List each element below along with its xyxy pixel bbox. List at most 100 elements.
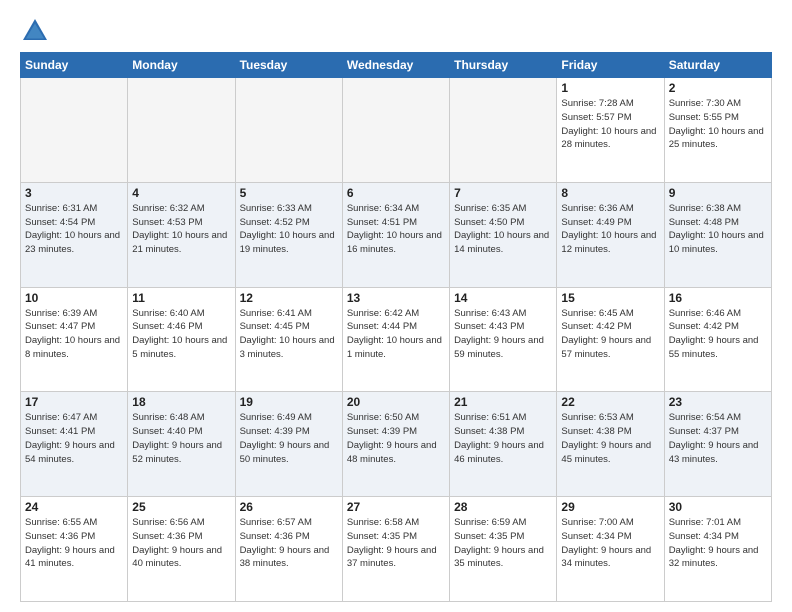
day-info: Sunrise: 7:01 AM Sunset: 4:34 PM Dayligh… bbox=[669, 516, 767, 571]
day-info: Sunrise: 6:45 AM Sunset: 4:42 PM Dayligh… bbox=[561, 307, 659, 362]
week-row-2: 10Sunrise: 6:39 AM Sunset: 4:47 PM Dayli… bbox=[21, 287, 772, 392]
day-number: 11 bbox=[132, 291, 230, 305]
day-info: Sunrise: 6:47 AM Sunset: 4:41 PM Dayligh… bbox=[25, 411, 123, 466]
day-number: 15 bbox=[561, 291, 659, 305]
day-info: Sunrise: 6:33 AM Sunset: 4:52 PM Dayligh… bbox=[240, 202, 338, 257]
day-number: 29 bbox=[561, 500, 659, 514]
calendar-cell: 7 Sunrise: 6:35 AM Sunset: 4:50 PM Daylig… bbox=[450, 182, 557, 287]
logo bbox=[20, 16, 54, 46]
calendar-cell: 14Sunrise: 6:43 AM Sunset: 4:43 PM Dayli… bbox=[450, 287, 557, 392]
calendar-cell: 3 Sunrise: 6:31 AM Sunset: 4:54 PM Daylig… bbox=[21, 182, 128, 287]
week-row-1: 3 Sunrise: 6:31 AM Sunset: 4:54 PM Daylig… bbox=[21, 182, 772, 287]
calendar-cell: 4 Sunrise: 6:32 AM Sunset: 4:53 PM Daylig… bbox=[128, 182, 235, 287]
calendar-cell bbox=[450, 78, 557, 183]
calendar-cell: 10Sunrise: 6:39 AM Sunset: 4:47 PM Dayli… bbox=[21, 287, 128, 392]
calendar-cell: 20Sunrise: 6:50 AM Sunset: 4:39 PM Dayli… bbox=[342, 392, 449, 497]
calendar-cell bbox=[128, 78, 235, 183]
day-number: 4 bbox=[132, 186, 230, 200]
day-number: 14 bbox=[454, 291, 552, 305]
day-number: 30 bbox=[669, 500, 767, 514]
day-info: Sunrise: 6:54 AM Sunset: 4:37 PM Dayligh… bbox=[669, 411, 767, 466]
day-info: Sunrise: 6:42 AM Sunset: 4:44 PM Dayligh… bbox=[347, 307, 445, 362]
calendar-cell: 24 Sunrise: 6:55 AM Sunset: 4:36 PM Dayli… bbox=[21, 497, 128, 602]
calendar-cell bbox=[235, 78, 342, 183]
day-info: Sunrise: 6:49 AM Sunset: 4:39 PM Dayligh… bbox=[240, 411, 338, 466]
day-number: 12 bbox=[240, 291, 338, 305]
week-row-4: 24 Sunrise: 6:55 AM Sunset: 4:36 PM Dayli… bbox=[21, 497, 772, 602]
day-info: Sunrise: 6:57 AM Sunset: 4:36 PM Dayligh… bbox=[240, 516, 338, 571]
day-info: Sunrise: 6:40 AM Sunset: 4:46 PM Dayligh… bbox=[132, 307, 230, 362]
day-number: 5 bbox=[240, 186, 338, 200]
calendar-cell: 23 Sunrise: 6:54 AM Sunset: 4:37 PM Dayli… bbox=[664, 392, 771, 497]
calendar-cell: 8Sunrise: 6:36 AM Sunset: 4:49 PM Daylig… bbox=[557, 182, 664, 287]
calendar-cell: 21 Sunrise: 6:51 AM Sunset: 4:38 PM Dayli… bbox=[450, 392, 557, 497]
day-number: 27 bbox=[347, 500, 445, 514]
day-info: Sunrise: 6:31 AM Sunset: 4:54 PM Dayligh… bbox=[25, 202, 123, 257]
day-info: Sunrise: 6:56 AM Sunset: 4:36 PM Dayligh… bbox=[132, 516, 230, 571]
day-number: 10 bbox=[25, 291, 123, 305]
calendar-cell: 1Sunrise: 7:28 AM Sunset: 5:57 PM Daylig… bbox=[557, 78, 664, 183]
day-info: Sunrise: 6:55 AM Sunset: 4:36 PM Dayligh… bbox=[25, 516, 123, 571]
calendar-table: SundayMondayTuesdayWednesdayThursdayFrid… bbox=[20, 52, 772, 602]
day-number: 25 bbox=[132, 500, 230, 514]
day-number: 2 bbox=[669, 81, 767, 95]
day-number: 28 bbox=[454, 500, 552, 514]
day-number: 13 bbox=[347, 291, 445, 305]
day-info: Sunrise: 7:28 AM Sunset: 5:57 PM Dayligh… bbox=[561, 97, 659, 152]
day-number: 9 bbox=[669, 186, 767, 200]
day-number: 22 bbox=[561, 395, 659, 409]
day-number: 26 bbox=[240, 500, 338, 514]
page: SundayMondayTuesdayWednesdayThursdayFrid… bbox=[0, 0, 792, 612]
day-info: Sunrise: 7:30 AM Sunset: 5:55 PM Dayligh… bbox=[669, 97, 767, 152]
week-row-3: 17 Sunrise: 6:47 AM Sunset: 4:41 PM Dayli… bbox=[21, 392, 772, 497]
header bbox=[20, 16, 772, 46]
calendar-cell bbox=[21, 78, 128, 183]
day-number: 23 bbox=[669, 395, 767, 409]
calendar-cell: 30 Sunrise: 7:01 AM Sunset: 4:34 PM Dayli… bbox=[664, 497, 771, 602]
day-info: Sunrise: 6:34 AM Sunset: 4:51 PM Dayligh… bbox=[347, 202, 445, 257]
day-info: Sunrise: 6:51 AM Sunset: 4:38 PM Dayligh… bbox=[454, 411, 552, 466]
calendar-cell: 25 Sunrise: 6:56 AM Sunset: 4:36 PM Dayli… bbox=[128, 497, 235, 602]
calendar-cell: 27 Sunrise: 6:58 AM Sunset: 4:35 PM Dayli… bbox=[342, 497, 449, 602]
logo-icon bbox=[20, 16, 50, 46]
day-info: Sunrise: 6:53 AM Sunset: 4:38 PM Dayligh… bbox=[561, 411, 659, 466]
day-number: 3 bbox=[25, 186, 123, 200]
week-row-0: 1Sunrise: 7:28 AM Sunset: 5:57 PM Daylig… bbox=[21, 78, 772, 183]
calendar-cell: 13 Sunrise: 6:42 AM Sunset: 4:44 PM Dayli… bbox=[342, 287, 449, 392]
calendar-cell: 6Sunrise: 6:34 AM Sunset: 4:51 PM Daylig… bbox=[342, 182, 449, 287]
day-info: Sunrise: 6:46 AM Sunset: 4:42 PM Dayligh… bbox=[669, 307, 767, 362]
calendar-cell: 28Sunrise: 6:59 AM Sunset: 4:35 PM Dayli… bbox=[450, 497, 557, 602]
calendar-cell: 22 Sunrise: 6:53 AM Sunset: 4:38 PM Dayli… bbox=[557, 392, 664, 497]
weekday-header-saturday: Saturday bbox=[664, 53, 771, 78]
day-info: Sunrise: 6:58 AM Sunset: 4:35 PM Dayligh… bbox=[347, 516, 445, 571]
day-number: 24 bbox=[25, 500, 123, 514]
calendar-cell: 12 Sunrise: 6:41 AM Sunset: 4:45 PM Dayli… bbox=[235, 287, 342, 392]
calendar-cell: 17 Sunrise: 6:47 AM Sunset: 4:41 PM Dayli… bbox=[21, 392, 128, 497]
day-info: Sunrise: 6:38 AM Sunset: 4:48 PM Dayligh… bbox=[669, 202, 767, 257]
day-number: 7 bbox=[454, 186, 552, 200]
calendar-cell: 26 Sunrise: 6:57 AM Sunset: 4:36 PM Dayli… bbox=[235, 497, 342, 602]
weekday-header-row: SundayMondayTuesdayWednesdayThursdayFrid… bbox=[21, 53, 772, 78]
day-info: Sunrise: 6:41 AM Sunset: 4:45 PM Dayligh… bbox=[240, 307, 338, 362]
calendar-cell: 29Sunrise: 7:00 AM Sunset: 4:34 PM Dayli… bbox=[557, 497, 664, 602]
day-number: 16 bbox=[669, 291, 767, 305]
day-info: Sunrise: 6:35 AM Sunset: 4:50 PM Dayligh… bbox=[454, 202, 552, 257]
calendar-cell: 5 Sunrise: 6:33 AM Sunset: 4:52 PM Daylig… bbox=[235, 182, 342, 287]
day-number: 17 bbox=[25, 395, 123, 409]
day-number: 21 bbox=[454, 395, 552, 409]
day-info: Sunrise: 6:32 AM Sunset: 4:53 PM Dayligh… bbox=[132, 202, 230, 257]
day-number: 18 bbox=[132, 395, 230, 409]
weekday-header-thursday: Thursday bbox=[450, 53, 557, 78]
calendar-cell: 11 Sunrise: 6:40 AM Sunset: 4:46 PM Dayli… bbox=[128, 287, 235, 392]
day-info: Sunrise: 6:48 AM Sunset: 4:40 PM Dayligh… bbox=[132, 411, 230, 466]
calendar-cell: 9 Sunrise: 6:38 AM Sunset: 4:48 PM Daylig… bbox=[664, 182, 771, 287]
calendar-cell bbox=[342, 78, 449, 183]
calendar-cell: 19 Sunrise: 6:49 AM Sunset: 4:39 PM Dayli… bbox=[235, 392, 342, 497]
day-info: Sunrise: 6:36 AM Sunset: 4:49 PM Dayligh… bbox=[561, 202, 659, 257]
day-info: Sunrise: 6:50 AM Sunset: 4:39 PM Dayligh… bbox=[347, 411, 445, 466]
day-number: 19 bbox=[240, 395, 338, 409]
weekday-header-tuesday: Tuesday bbox=[235, 53, 342, 78]
weekday-header-monday: Monday bbox=[128, 53, 235, 78]
calendar-cell: 2 Sunrise: 7:30 AM Sunset: 5:55 PM Daylig… bbox=[664, 78, 771, 183]
calendar-cell: 18 Sunrise: 6:48 AM Sunset: 4:40 PM Dayli… bbox=[128, 392, 235, 497]
